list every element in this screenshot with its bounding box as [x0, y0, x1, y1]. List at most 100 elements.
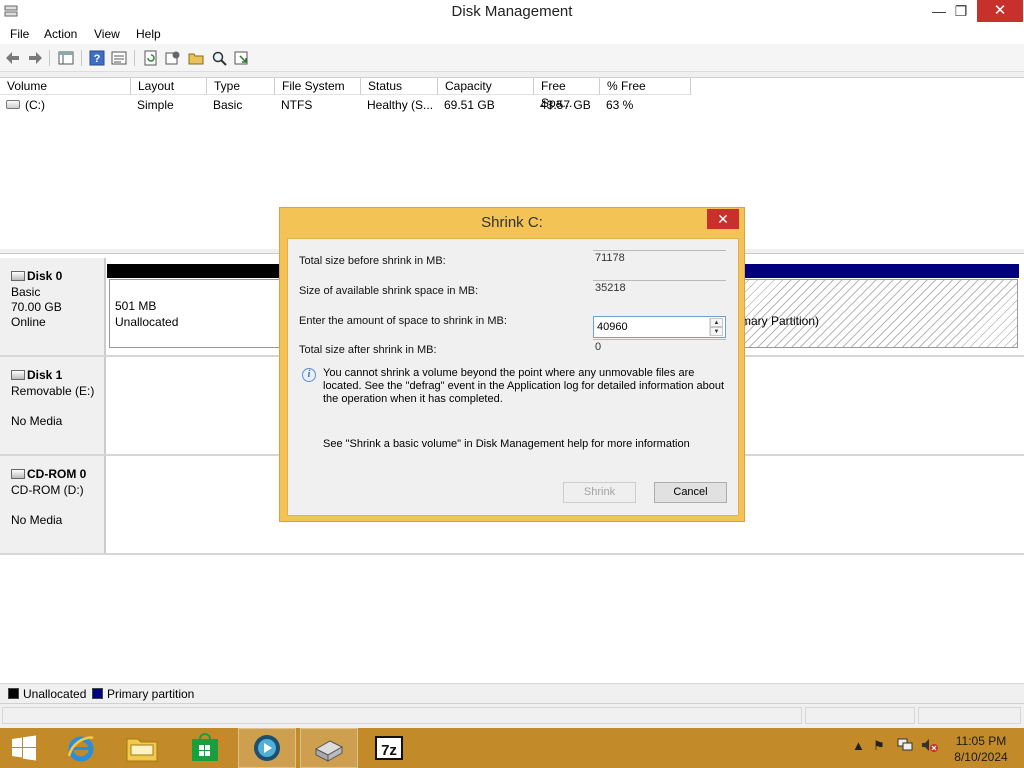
label-shrink-amount: Enter the amount of space to shrink in M…: [299, 315, 507, 327]
clock-time: 11:05 PM: [955, 734, 1007, 748]
system-clock[interactable]: 11:05 PM 8/10/2024: [947, 733, 1015, 765]
clock-date: 8/10/2024: [954, 750, 1008, 764]
export-icon[interactable]: [233, 49, 251, 67]
drive-icon: [6, 100, 20, 109]
toolbar: ?: [0, 44, 1024, 72]
menu-help[interactable]: Help: [136, 27, 161, 41]
disk-0-label[interactable]: Disk 0 Basic 70.00 GB Online: [0, 258, 106, 356]
column-capacity[interactable]: Capacity: [438, 78, 534, 95]
column-file-system[interactable]: File System: [275, 78, 361, 95]
back-arrow-icon[interactable]: [4, 49, 22, 67]
volume-list-header: Volume Layout Type File System Status Ca…: [0, 78, 691, 110]
label-available-shrink: Size of available shrink space in MB:: [299, 285, 479, 297]
7zip-icon[interactable]: 7z: [360, 728, 418, 768]
disk-0-size: 70.00 GB: [11, 300, 62, 314]
action-center-flag-icon[interactable]: ⚑: [873, 738, 885, 754]
shrink-amount-input[interactable]: 40960 ▲ ▼: [593, 316, 726, 338]
media-icon[interactable]: [238, 728, 296, 768]
legend-swatch-primary: [92, 688, 103, 699]
windows-logo-icon: [12, 735, 36, 761]
cdrom-0-type: CD-ROM (D:): [11, 483, 84, 497]
disk-icon: [11, 370, 25, 380]
unallocated-size: 501 MB: [115, 299, 157, 313]
status-pane: [805, 707, 915, 724]
help-icon[interactable]: ?: [88, 49, 106, 67]
dialog-title: Shrink C:: [481, 214, 543, 231]
column-status[interactable]: Status: [361, 78, 438, 95]
volume-status: Healthy (S...: [367, 98, 434, 112]
shrink-button[interactable]: Shrink: [563, 482, 636, 503]
network-icon[interactable]: [897, 738, 913, 755]
svg-text:?: ?: [94, 53, 101, 65]
cdrom-0-name: CD-ROM 0: [11, 467, 86, 481]
cdrom-0-label[interactable]: CD-ROM 0 CD-ROM (D:) No Media: [0, 456, 106, 554]
forward-arrow-icon[interactable]: [26, 49, 44, 67]
internet-explorer-icon[interactable]: [52, 728, 110, 768]
cdrom-icon: [11, 469, 25, 479]
unallocated-bar: [107, 264, 282, 278]
shrink-amount-value: 40960: [597, 321, 628, 333]
disk-1-label[interactable]: Disk 1 Removable (E:) No Media: [0, 357, 106, 455]
legend-unallocated: Unallocated: [23, 687, 87, 701]
toolbar-separator: [134, 50, 135, 66]
search-icon[interactable]: [210, 49, 228, 67]
volume-layout: Simple: [137, 98, 174, 112]
volume-muted-icon[interactable]: [921, 738, 939, 755]
refresh-icon[interactable]: [142, 49, 160, 67]
column-free-space[interactable]: Free Spa...: [534, 78, 600, 110]
volume-capacity: 69.51 GB: [444, 98, 495, 112]
disk-1-name: Disk 1: [11, 368, 62, 382]
column-percent-free[interactable]: % Free: [600, 78, 691, 95]
unallocated-label: Unallocated: [115, 315, 179, 329]
unallocated-partition[interactable]: 501 MB Unallocated: [109, 279, 282, 348]
store-icon[interactable]: [176, 728, 234, 768]
menu-file[interactable]: File: [10, 27, 29, 41]
menu-view[interactable]: View: [94, 27, 120, 41]
settings-icon[interactable]: [164, 49, 182, 67]
disk-0-title: Disk 0: [27, 269, 63, 283]
column-type[interactable]: Type: [207, 78, 275, 95]
primary-partition[interactable]: mary Partition): [740, 279, 1018, 348]
spin-down-icon[interactable]: ▼: [710, 327, 723, 336]
disk-icon: [11, 271, 25, 281]
file-explorer-icon[interactable]: [113, 728, 171, 768]
dialog-close-button[interactable]: ✕: [707, 209, 739, 229]
volume-file-system: NTFS: [281, 98, 313, 112]
disk-1-type: Removable (E:): [11, 384, 95, 398]
close-button[interactable]: ✕: [977, 0, 1023, 22]
info-icon: i: [302, 368, 316, 382]
window-title: Disk Management: [451, 3, 573, 20]
shrink-amount-spinner[interactable]: ▲ ▼: [709, 318, 723, 336]
taskbar: 7z ▲ ⚑ 11:05 PM 8/10/2024: [0, 728, 1024, 768]
value-total-after: 0: [593, 339, 726, 359]
menu-action[interactable]: Action: [44, 27, 77, 41]
help-link-text[interactable]: See "Shrink a basic volume" in Disk Mana…: [323, 438, 690, 450]
legend-swatch-unallocated: [8, 688, 19, 699]
disk-management-icon[interactable]: [300, 728, 358, 768]
toolbar-separator: [81, 50, 82, 66]
start-button[interactable]: [0, 728, 48, 768]
cdrom-0-title: CD-ROM 0: [27, 467, 87, 481]
open-folder-icon[interactable]: [187, 49, 205, 67]
primary-partition-label: mary Partition): [741, 314, 820, 328]
restore-button[interactable]: ❐: [946, 0, 976, 22]
volume-name: (C:): [25, 98, 45, 112]
column-volume[interactable]: Volume: [0, 78, 131, 95]
properties-icon[interactable]: [110, 49, 128, 67]
value-total-before: 71178: [593, 250, 726, 270]
disk-0-name: Disk 0: [11, 269, 62, 283]
disk-0-status: Online: [11, 315, 46, 329]
cancel-button[interactable]: Cancel: [654, 482, 727, 503]
info-message: You cannot shrink a volume beyond the po…: [323, 367, 725, 405]
primary-partition-bar: [740, 264, 1019, 278]
label-total-after: Total size after shrink in MB:: [299, 344, 437, 356]
volume-type: Basic: [213, 98, 243, 112]
menu-bar: File Action View Help: [0, 24, 1024, 44]
table-row[interactable]: (C:) Simple Basic NTFS Healthy (S... 69.…: [0, 97, 700, 113]
disk-divider: [0, 553, 1024, 555]
column-layout[interactable]: Layout: [131, 78, 207, 95]
console-tree-icon[interactable]: [57, 49, 75, 67]
show-hidden-icons-icon[interactable]: ▲: [852, 738, 865, 753]
volume-free-space: 43.57 GB: [540, 98, 591, 112]
spin-up-icon[interactable]: ▲: [710, 318, 723, 327]
